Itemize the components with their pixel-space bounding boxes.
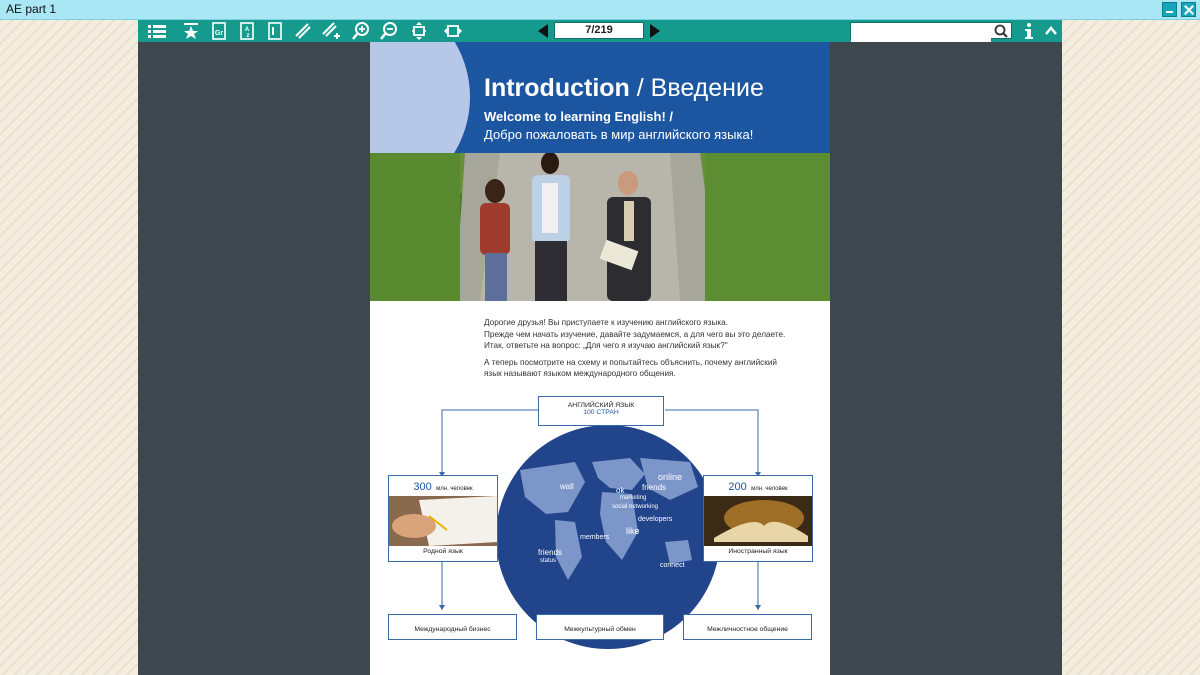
intro-line: Дорогие друзья! Вы приступаете к изучени… bbox=[484, 318, 728, 327]
native-language-label: Родной язык bbox=[423, 548, 463, 555]
info-icon[interactable] bbox=[1022, 22, 1036, 40]
international-business-box: Международный бизнес bbox=[388, 614, 517, 640]
previous-page-icon[interactable] bbox=[536, 23, 550, 39]
dictionary-az-icon[interactable]: Az bbox=[238, 22, 256, 40]
intro-line: А теперь посмотрите на схему и попытайте… bbox=[484, 357, 777, 367]
zoom-out-icon[interactable] bbox=[380, 22, 398, 40]
interpersonal-communication-box: Межличностное общение bbox=[683, 614, 812, 640]
intro-line: Прежде чем начать изучение, давайте заду… bbox=[484, 329, 786, 339]
page-header-banner: Introduction / Введение Welcome to learn… bbox=[370, 42, 830, 212]
english-language-label: АНГЛИЙСКИЙ ЯЗЫК bbox=[567, 402, 635, 409]
highlighter-icon[interactable] bbox=[294, 22, 312, 40]
book-page: Introduction / Введение Welcome to learn… bbox=[370, 42, 830, 675]
cultural-exchange-label: Межкультурный обмен bbox=[564, 626, 636, 633]
grammar-icon[interactable]: Gr bbox=[210, 22, 228, 40]
fit-width-icon[interactable] bbox=[444, 22, 462, 40]
notes-book-icon[interactable] bbox=[266, 22, 284, 40]
international-business-label: Международный бизнес bbox=[414, 626, 491, 633]
page-subtitle-ru: Добро пожаловать в мир английского языка… bbox=[484, 127, 754, 142]
countries-count: 100 СТРАН bbox=[583, 409, 619, 416]
native-speakers-unit: млн. человек bbox=[436, 486, 473, 492]
reader-toolbar: Gr Az 7/219 bbox=[138, 20, 1062, 43]
cultural-exchange-box: Межкультурный обмен bbox=[536, 614, 664, 640]
bookmark-star-icon[interactable] bbox=[182, 22, 200, 40]
foreign-speakers-number: 200 bbox=[728, 481, 747, 493]
window-title: AE part 1 bbox=[6, 2, 57, 16]
window-titlebar: AE part 1 bbox=[0, 0, 1200, 20]
document-viewer: Introduction / Введение Welcome to learn… bbox=[138, 42, 1062, 675]
minimize-button[interactable] bbox=[1162, 2, 1177, 17]
foreign-speakers-unit: млн. человек bbox=[751, 486, 788, 492]
next-page-icon[interactable] bbox=[648, 23, 662, 39]
foreign-speakers-box: 200 млн. человек Иностранный язык bbox=[703, 475, 813, 562]
collapse-toolbar-icon[interactable] bbox=[1044, 24, 1058, 38]
svg-text:z: z bbox=[247, 33, 250, 39]
interpersonal-communication-label: Межличностное общение bbox=[707, 626, 788, 633]
intro-line: Итак, ответьте на вопрос: „Для чего я из… bbox=[484, 341, 728, 350]
native-speakers-number: 300 bbox=[413, 481, 432, 493]
close-button[interactable] bbox=[1181, 2, 1196, 17]
english-language-box: АНГЛИЙСКИЙ ЯЗЫК 100 СТРАН bbox=[538, 396, 664, 426]
students-photo bbox=[370, 153, 830, 301]
page-indicator[interactable]: 7/219 bbox=[554, 22, 644, 39]
search-box bbox=[850, 22, 1012, 43]
svg-text:Gr: Gr bbox=[215, 30, 223, 37]
add-highlight-icon[interactable] bbox=[322, 22, 340, 40]
native-speakers-box: 300 млн. человек Родной язык bbox=[388, 475, 498, 562]
fit-height-icon[interactable] bbox=[410, 22, 428, 40]
toc-list-icon[interactable] bbox=[148, 22, 166, 40]
page-title: Introduction / Введение bbox=[484, 74, 764, 102]
page-subtitle-en: Welcome to learning English! / bbox=[484, 109, 674, 124]
open-book-image bbox=[704, 496, 812, 546]
search-icon[interactable] bbox=[994, 24, 1008, 38]
zoom-in-icon[interactable] bbox=[352, 22, 370, 40]
intro-line: язык называют языком международного обще… bbox=[484, 369, 676, 378]
intro-text: Дорогие друзья! Вы приступаете к изучени… bbox=[484, 317, 814, 385]
foreign-language-label: Иностранный язык bbox=[728, 548, 788, 555]
search-input[interactable] bbox=[851, 27, 991, 43]
writing-hand-image bbox=[389, 496, 497, 546]
english-language-diagram: online wall ok friends marketing social … bbox=[370, 382, 830, 675]
